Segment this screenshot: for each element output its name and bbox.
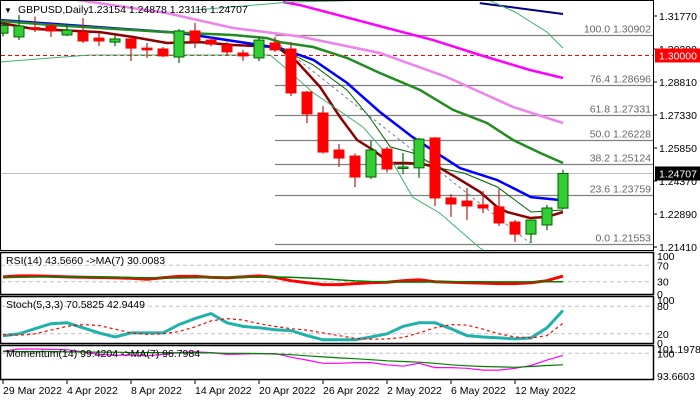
- candle-body-bull: [397, 166, 409, 169]
- rsi-tick-label: 70: [657, 260, 669, 272]
- candle-body-bull: [365, 149, 377, 178]
- candle-body-bull: [541, 207, 553, 226]
- candle-body-bear: [125, 38, 137, 49]
- fib-level-label: 76.4 1.28696: [590, 74, 651, 86]
- candle-body-bear: [205, 39, 217, 45]
- ohlc-readout: 1.23154 1.24878 1.23116 1.24707: [88, 4, 248, 16]
- candle-body-bull: [413, 138, 425, 169]
- momentum-label: Momentum(14) 99.4204 ->MA(7) 96.7984: [6, 348, 200, 360]
- date-label: 20 Apr 2022: [259, 385, 316, 397]
- price-tick-label: 1.28810: [659, 77, 697, 89]
- candle-body-bear: [141, 47, 153, 51]
- candle-body-bear: [317, 112, 329, 153]
- momentum-tick-label: 100: [657, 348, 675, 360]
- candle-body-bear: [509, 221, 521, 235]
- panel-stochastic: Stoch(5,3,3) 70.5825 42.9449 10080200: [0, 295, 675, 350]
- trading-chart[interactable]: 100.0 1.30902 76.4 1.28696 61.8 1.27331 50.…: [0, 0, 700, 400]
- candle-body-bear: [381, 148, 393, 170]
- price-tick-label: 1.25850: [659, 143, 697, 155]
- date-label: 12 May 2022: [515, 385, 576, 397]
- candle-body-bull: [61, 29, 73, 36]
- candle[interactable]: [317, 106, 329, 154]
- date-label: 8 Apr 2022: [131, 385, 182, 397]
- date-label: 2 May 2022: [387, 385, 442, 397]
- candle-body-bear: [301, 91, 313, 115]
- time-axis: 29 Mar 2022 4 Apr 2022 8 Apr 2022 14 Apr 20…: [2, 380, 576, 397]
- current-price-badge-label: 1.24707: [659, 169, 697, 181]
- candle-body-bear: [45, 25, 57, 32]
- candle-body-bull: [1, 24, 9, 34]
- chart-header: ▼ GBPUSD,Daily 1.23154 1.24878 1.23116 1…: [4, 4, 248, 16]
- candle-body-bear: [77, 31, 89, 42]
- key-level-badge: 1.30000: [655, 48, 700, 63]
- symbol-label: GBPUSD,Daily: [18, 4, 89, 16]
- rsi-tick-label: 30: [657, 277, 669, 289]
- candle-body-bear: [429, 137, 441, 199]
- rsi-label: RSI(14) 43.5660 ->MA(7) 30.0083: [6, 255, 165, 267]
- fib-level-label: 100.0 1.30902: [584, 24, 651, 36]
- price-tick-label: 1.27330: [659, 110, 697, 122]
- fib-level-label: 61.8 1.27331: [590, 104, 651, 116]
- candle-body-bear: [333, 149, 345, 159]
- candle-body-bear: [285, 48, 297, 94]
- candle-body-bear: [461, 200, 473, 207]
- price-axis: 1.317701.302901.288101.273301.258501.243…: [653, 11, 700, 254]
- candle-body-bull: [253, 39, 265, 59]
- price-tick-label: 1.31770: [659, 11, 697, 23]
- candle-body-bear: [477, 204, 489, 209]
- candle[interactable]: [381, 146, 393, 173]
- date-label: 4 Apr 2022: [67, 385, 118, 397]
- candle-body-bull: [13, 25, 25, 38]
- key-level-badge-label: 1.30000: [659, 50, 697, 62]
- candle-body-bear: [157, 48, 169, 57]
- candle-body-bull: [557, 173, 569, 209]
- candle-body-bear: [237, 52, 249, 57]
- date-label: 14 Apr 2022: [195, 385, 252, 397]
- candle-body-bear: [445, 197, 457, 205]
- candle[interactable]: [285, 42, 297, 97]
- date-label: 29 Mar 2022: [3, 385, 62, 397]
- fib-level-label: 38.2 1.25124: [590, 153, 651, 165]
- candle[interactable]: [557, 169, 569, 209]
- momentum-tick-label: 93.6603: [657, 371, 695, 383]
- stochastic-tick-label: 80: [657, 301, 669, 313]
- candle[interactable]: [253, 36, 265, 62]
- candle-body-bear: [269, 42, 281, 51]
- date-label: 26 Apr 2022: [323, 385, 380, 397]
- candle-body-bear: [29, 27, 41, 30]
- candle-body-bear: [493, 206, 505, 224]
- panel-momentum: Momentum(14) 99.4204 ->MA(7) 96.7984 101.…: [0, 344, 700, 383]
- fib-level-label: 0.0 1.21553: [596, 233, 652, 245]
- candle-body-bull: [525, 219, 537, 235]
- fib-level-label: 23.6 1.23759: [590, 184, 651, 196]
- candle-body-bull: [173, 30, 185, 58]
- price-tick-label: 1.22890: [659, 209, 697, 221]
- candle-body-bear: [93, 37, 105, 42]
- candle-body-bull: [109, 38, 121, 43]
- date-label: 6 May 2022: [451, 385, 506, 397]
- candle-body-bear: [221, 44, 233, 53]
- collapse-triangle-icon[interactable]: ▼: [4, 6, 12, 15]
- stochastic-label: Stoch(5,3,3) 70.5825 42.9449: [6, 299, 145, 311]
- indicator-panels: RSI(14) 43.5660 ->MA(7) 30.0083 10070300S…: [0, 251, 700, 383]
- candle-body-bear: [349, 155, 361, 178]
- candle-body-bear: [189, 30, 201, 42]
- candle[interactable]: [429, 137, 441, 206]
- current-price-badge: 1.24707: [655, 166, 700, 181]
- fib-level-label: 50.0 1.26228: [590, 129, 651, 141]
- panel-rsi: RSI(14) 43.5660 ->MA(7) 30.0083 10070300: [0, 251, 675, 301]
